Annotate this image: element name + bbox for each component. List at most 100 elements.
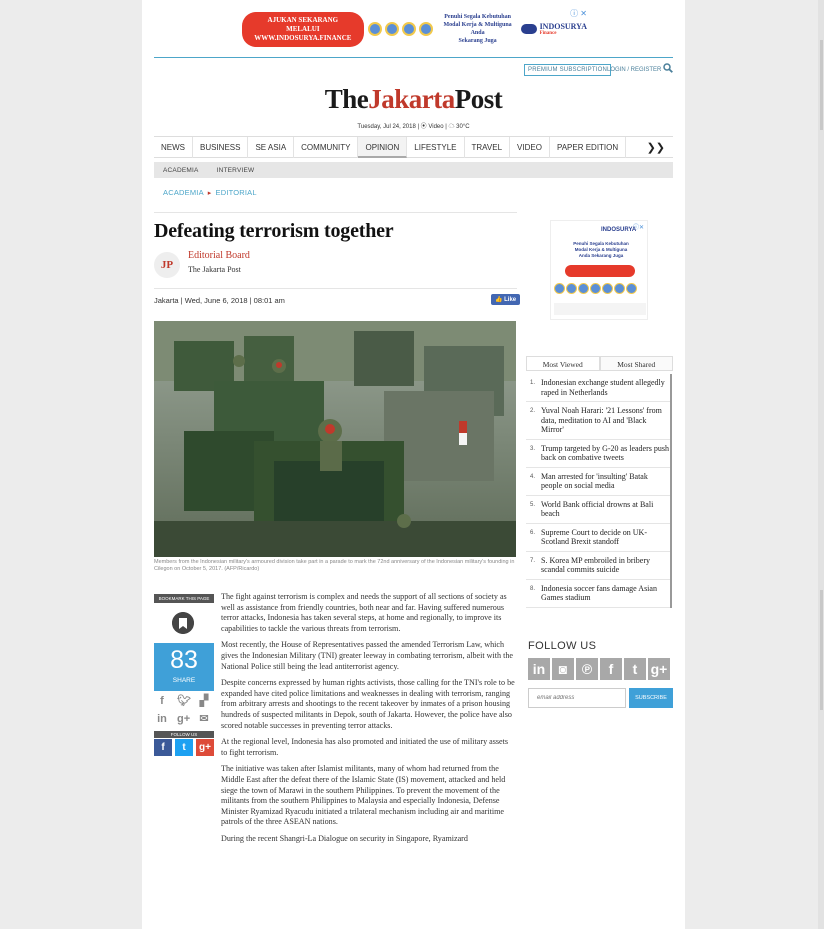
ad-cta-pill[interactable]: AJUKAN SEKARANG MELALUI WWW.INDOSURYA.FI… xyxy=(242,11,364,47)
nav-paper-edition[interactable]: PAPER EDITION xyxy=(550,136,627,158)
login-register-link[interactable]: LOGIN / REGISTER xyxy=(607,67,661,73)
bookmark-icon[interactable] xyxy=(172,612,194,634)
facebook-icon[interactable]: f xyxy=(600,658,622,680)
item-number: 6. xyxy=(530,529,536,536)
twitter-icon[interactable]: t xyxy=(624,658,646,680)
divider xyxy=(154,288,517,289)
sub-nav: ACADEMIA INTERVIEW xyxy=(154,162,673,178)
item-title-link[interactable]: S. Korea MP embroiled in bribery scandal… xyxy=(541,556,670,575)
nav-video[interactable]: VIDEO xyxy=(510,136,550,158)
twitter-icon[interactable]: 🐦︎ xyxy=(177,695,191,707)
header-divider xyxy=(154,57,673,58)
share-count: 83 xyxy=(170,646,198,674)
coin-icon xyxy=(614,283,625,294)
nav-more-chevron-icon[interactable]: ❯❯ xyxy=(639,141,673,154)
ad-close-icon[interactable]: ⓘ ✕ xyxy=(570,8,587,19)
nav-se-asia[interactable]: SE ASIA xyxy=(248,136,295,158)
follow-us-heading: FOLLOW US xyxy=(528,640,597,652)
share-label: SHARE xyxy=(172,677,196,684)
coin-icon xyxy=(418,22,433,36)
breadcrumb-editorial[interactable]: EDITORIAL xyxy=(216,188,257,197)
item-title-link[interactable]: World Bank official drowns at Bali beach xyxy=(541,500,670,519)
item-number: 3. xyxy=(530,445,536,452)
share-count-box[interactable]: 83 SHARE xyxy=(154,643,214,691)
coin-icon xyxy=(602,283,613,294)
masthead-logo[interactable]: TheJakartaPost xyxy=(142,84,685,115)
nav-travel[interactable]: TRAVEL xyxy=(465,136,511,158)
tab-most-shared[interactable]: Most Shared xyxy=(599,356,673,370)
item-number: 7. xyxy=(530,557,536,564)
twitter-icon[interactable]: t xyxy=(175,739,193,756)
subnav-interview[interactable]: INTERVIEW xyxy=(208,167,264,174)
instagram-icon[interactable]: ◙ xyxy=(552,658,574,680)
ad-coin-icons xyxy=(554,283,637,294)
follow-mini-icons: f t g+ xyxy=(154,739,214,756)
share-icons-row-2: in g+ ✉ xyxy=(156,713,210,725)
most-viewed-item[interactable]: 6. Supreme Court to decide on UK-Scotland… xyxy=(526,524,670,552)
google-plus-icon[interactable]: g+ xyxy=(648,658,670,680)
item-title-link[interactable]: Indonesian exchange student allegedly ra… xyxy=(541,378,670,397)
item-title-link[interactable]: Indonesia soccer fans damage Asian Games… xyxy=(541,584,670,603)
most-viewed-list: 1. Indonesian exchange student allegedly … xyxy=(526,374,672,608)
item-title-link[interactable]: Trump targeted by G-20 as leaders push b… xyxy=(541,444,670,463)
google-plus-icon[interactable]: g+ xyxy=(177,713,190,725)
email-field[interactable] xyxy=(528,688,626,708)
nav-business[interactable]: BUSINESS xyxy=(193,136,249,158)
nav-lifestyle[interactable]: LIFESTYLE xyxy=(407,136,465,158)
most-viewed-item[interactable]: 2. Yuval Noah Harari: '21 Lessons' from d… xyxy=(526,402,670,440)
premium-subscription-button[interactable]: PREMIUM SUBSCRIPTION xyxy=(524,64,612,76)
most-viewed-item[interactable]: 3. Trump targeted by G-20 as leaders push… xyxy=(526,440,670,468)
ad-cta-pill[interactable] xyxy=(565,265,635,277)
linkedin-icon[interactable]: in xyxy=(156,713,168,725)
google-plus-icon[interactable]: g+ xyxy=(196,739,214,756)
author-avatar[interactable]: JP xyxy=(154,252,180,278)
item-number: 1. xyxy=(530,380,536,386)
main-nav: NEWS BUSINESS SE ASIA COMMUNITY OPINION … xyxy=(154,136,673,158)
ad-brand: INDOSURYA xyxy=(601,227,637,233)
coin-icon xyxy=(401,22,416,36)
nav-news[interactable]: NEWS xyxy=(154,136,193,158)
item-number: 8. xyxy=(530,585,536,592)
most-viewed-item[interactable]: 4. Man arrested for 'insulting' Batak peo… xyxy=(526,468,670,496)
browser-scrollbar-gutter[interactable] xyxy=(818,0,824,929)
sidebar-ad[interactable]: ⓘ✕ INDOSURYA Penuhi Segala Kebutuhan Mod… xyxy=(550,220,648,320)
subscribe-button[interactable]: SUBSCRIBE xyxy=(629,688,673,708)
coin-icon xyxy=(384,22,399,36)
pinterest-icon[interactable]: ℗ xyxy=(576,658,598,680)
flipboard-icon[interactable]: ▞ xyxy=(198,695,210,707)
ad-coin-icons xyxy=(367,22,433,36)
most-viewed-item[interactable]: 8. Indonesia soccer fans damage Asian Gam… xyxy=(526,580,670,608)
most-viewed-item[interactable]: 1. Indonesian exchange student allegedly … xyxy=(526,374,670,402)
item-number: 5. xyxy=(530,501,536,508)
item-title-link[interactable]: Yuval Noah Harari: '21 Lessons' from dat… xyxy=(541,406,670,435)
search-icon[interactable] xyxy=(663,63,673,73)
item-number: 2. xyxy=(530,408,536,414)
facebook-like-button[interactable]: 👍 Like xyxy=(491,294,521,305)
paragraph: During the recent Shangri-La Dialogue on… xyxy=(221,833,468,843)
share-icons-row-1: f 🐦︎ ▞ xyxy=(156,695,210,707)
coin-icon xyxy=(578,283,589,294)
subnav-academia[interactable]: ACADEMIA xyxy=(154,167,208,174)
item-title-link[interactable]: Supreme Court to decide on UK-Scotland B… xyxy=(541,528,670,547)
ad-brand: INDOSURYA Finance xyxy=(520,22,587,36)
author-name-link[interactable]: Editorial Board xyxy=(188,250,250,261)
linkedin-icon[interactable]: in xyxy=(528,658,550,680)
breadcrumb-academia[interactable]: ACADEMIA xyxy=(163,188,204,197)
facebook-icon[interactable]: f xyxy=(154,739,172,756)
item-title-link[interactable]: Man arrested for 'insulting' Batak peopl… xyxy=(541,472,670,491)
article-headline: Defeating terrorism together xyxy=(154,220,394,242)
nav-opinion[interactable]: OPINION xyxy=(358,136,408,158)
divider xyxy=(154,212,517,213)
top-banner-ad[interactable]: AJUKAN SEKARANG MELALUI WWW.INDOSURYA.FI… xyxy=(242,8,587,50)
bookmark-label[interactable]: BOOKMARK THIS PAGE xyxy=(154,594,214,603)
email-icon[interactable]: ✉ xyxy=(198,713,210,725)
breadcrumb-separator-icon: ▸ xyxy=(207,190,212,197)
tab-most-viewed[interactable]: Most Viewed xyxy=(526,356,600,370)
image-caption: Members from the Indonesian military's a… xyxy=(154,559,515,572)
most-viewed-item[interactable]: 5. World Bank official drowns at Bali bea… xyxy=(526,496,670,524)
facebook-icon[interactable]: f xyxy=(156,695,168,707)
most-viewed-item[interactable]: 7. S. Korea MP embroiled in bribery scand… xyxy=(526,552,670,580)
paragraph: Most recently, the House of Representati… xyxy=(221,640,513,671)
nav-community[interactable]: COMMUNITY xyxy=(294,136,359,158)
follow-us-mini-label: FOLLOW US xyxy=(154,731,214,738)
